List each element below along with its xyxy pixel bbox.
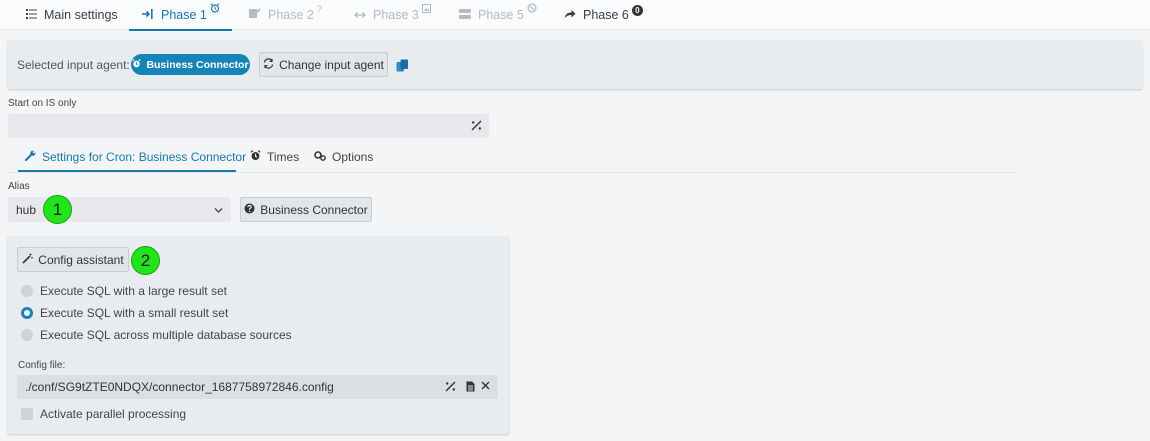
business-connector-button-label: Business Connector [260,202,368,217]
magic-wand-icon [22,253,34,267]
config-file-label: Config file: [18,360,66,371]
annotation-marker-1: 1 [43,195,72,224]
count-badge: 0 [631,4,643,16]
list-icon [24,8,38,22]
radio-small-result-set[interactable]: Execute SQL with a small result set [21,306,228,320]
close-icon[interactable] [481,381,490,393]
file-text-icon[interactable] [466,381,475,395]
tab-label: Phase 2 [268,8,314,22]
tab-main-settings[interactable]: Main settings [24,0,118,30]
radio-label: Execute SQL across multiple database sou… [40,328,292,342]
tab-label: Phase 1 [161,8,207,22]
tab-phase-3[interactable]: Phase 3 [353,0,431,30]
ban-icon [527,2,537,16]
alarm-clock-icon [132,58,142,71]
tab-phase-6[interactable]: Phase 6 0 [563,0,643,30]
change-input-agent-label: Change input agent [279,57,384,72]
checkbox-indicator [21,408,33,420]
selected-agent-label: Selected input agent: [17,58,130,72]
business-connector-info-button[interactable]: Business Connector [240,197,372,222]
arrows-h-icon [353,8,367,22]
copy-icon[interactable] [396,59,410,73]
alias-value: hub [16,202,37,217]
magic-wand-icon[interactable] [471,120,482,134]
checkbox-label: Activate parallel processing [40,407,187,421]
radio-label: Execute SQL with a large result set [40,284,227,298]
tab-times[interactable]: Times [250,150,299,164]
tab-options[interactable]: Options [314,150,373,164]
tab-label: Options [332,150,374,164]
tab-phase-5[interactable]: Phase 5 [458,0,537,30]
alarm-clock-icon [250,150,261,164]
magic-wand-icon[interactable] [445,381,456,395]
start-on-is-input[interactable] [8,114,489,138]
change-input-agent-button[interactable]: Change input agent [259,52,388,77]
exchange-icon [263,57,274,72]
chevron-down-icon [214,204,223,213]
sign-in-icon [141,8,155,22]
settings-tabs-divider [8,172,1016,173]
tab-label: Settings for Cron: Business Connector [42,150,247,164]
tab-label: Main settings [44,8,118,22]
annotation-marker-2: 2 [131,246,160,275]
cogs-icon [314,150,326,164]
question-circle-icon [244,203,255,217]
tab-phase-1[interactable]: Phase 1 [129,0,232,31]
alias-label: Alias [8,181,30,192]
alias-select[interactable]: hub [8,197,231,222]
start-on-is-label: Start on IS only [8,98,77,109]
alarm-clock-icon [210,2,220,16]
selected-agent-pill[interactable]: Business Connector [131,54,250,75]
radio-indicator [21,329,33,341]
tab-label: Phase 3 [373,8,419,22]
config-assistant-button[interactable]: Config assistant [17,247,129,272]
settings-tab-active-indicator [18,170,236,172]
tab-label: Times [267,150,300,164]
edit-icon [248,8,262,22]
tab-label: Phase 5 [478,8,524,22]
radio-indicator [21,285,33,297]
share-icon [563,8,577,22]
radio-multiple-database-sources[interactable]: Execute SQL across multiple database sou… [21,328,292,342]
radio-label: Execute SQL with a small result set [40,306,229,320]
image-icon [421,2,431,16]
wrench-icon [25,150,36,164]
config-file-value: ./conf/SG9tZTE0NDQX/connector_1687758972… [25,380,334,394]
parallel-processing-checkbox[interactable]: Activate parallel processing [21,407,186,421]
server-icon [458,8,472,22]
radio-indicator-selected [21,307,33,319]
tab-settings-for-cron[interactable]: Settings for Cron: Business Connector [25,150,246,164]
radio-large-result-set[interactable]: Execute SQL with a large result set [21,284,227,298]
tab-phase-2[interactable]: Phase 2 ? [248,0,322,30]
config-file-input[interactable]: ./conf/SG9tZTE0NDQX/connector_1687758972… [17,375,498,399]
tab-label: Phase 6 [583,8,629,22]
question-mark-icon: ? [316,4,322,14]
config-assistant-label: Config assistant [38,252,124,267]
selected-agent-name: Business Connector [146,58,249,71]
